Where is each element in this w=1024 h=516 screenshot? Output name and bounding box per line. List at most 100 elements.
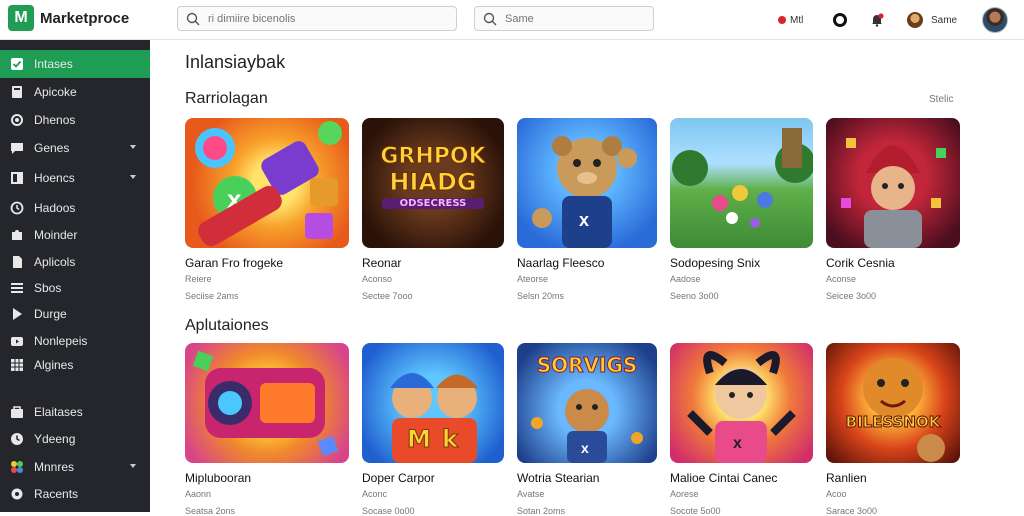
apps-icon [11, 461, 23, 473]
ring-icon [833, 13, 847, 27]
sidebar-item[interactable]: Hadoos [0, 194, 150, 222]
see-all-link[interactable]: Stelic [929, 94, 953, 105]
app-thumbnail[interactable]: GRHPOK HIADG ODSECRESS [362, 118, 504, 248]
app-name[interactable]: Naarlag Fleesco [517, 256, 657, 270]
app-thumbnail[interactable]: M k [362, 343, 504, 463]
search-input-secondary[interactable] [505, 12, 635, 25]
search-box-secondary[interactable] [474, 6, 654, 31]
app-thumbnail[interactable]: SORVIGS x [517, 343, 657, 463]
sidebar-item-label: Durge [34, 307, 67, 321]
sidebar-item-label: Mnnres [34, 460, 75, 474]
app-category: Aorese [670, 489, 699, 499]
app-name[interactable]: Doper Carpor [362, 471, 504, 485]
sidebar-item[interactable]: Algines [0, 351, 150, 379]
app-category: Reiere [185, 274, 212, 284]
app-card[interactable]: Corik Cesnia Aconse Seicee 3o00 [826, 118, 960, 301]
chevron-down-icon[interactable] [130, 464, 136, 468]
sidebar-item[interactable]: Hoencs [0, 164, 150, 192]
layout-icon [11, 172, 23, 184]
circle-icon [11, 114, 23, 126]
search-input-primary[interactable] [208, 12, 448, 25]
page-title: Inlansiaybak [185, 52, 286, 72]
section-title-applications: Aplutaiones [185, 317, 269, 334]
app-card[interactable]: Miplubooran Aaonn Seatsa 2ons [185, 343, 349, 516]
app-name[interactable]: Miplubooran [185, 471, 349, 485]
settings-icon [11, 488, 23, 500]
search-icon [186, 12, 200, 25]
sidebar-item[interactable]: Ydeeng [0, 425, 150, 453]
app-card[interactable]: GRHPOK HIADG ODSECRESS Reonar Aconso Sec… [362, 118, 504, 301]
app-card[interactable]: x Malioe Cintai Canec Aorese Socote 5o00 [670, 343, 813, 516]
sidebar-item[interactable]: Genes [0, 134, 150, 162]
search-icon [483, 12, 497, 25]
app-name[interactable]: Corik Cesnia [826, 256, 960, 270]
app-meta: Sotan 2oms [517, 506, 566, 516]
chevron-down-icon[interactable] [130, 145, 136, 149]
app-category: Acoo [826, 489, 847, 499]
clock-icon [11, 433, 23, 445]
app-category: Aaonn [185, 489, 212, 499]
sidebar-item-label: Aplicols [34, 255, 76, 269]
game-subtitle-art: ODSECRESS [382, 198, 484, 209]
app-card[interactable]: x Garan Fro frogeke Reiere Seciise 2ams [185, 118, 349, 301]
app-meta: Seeno 3o00 [670, 291, 719, 301]
app-name[interactable]: Sodopesing Snix [670, 256, 813, 270]
sidebar-item-label: Ydeeng [34, 432, 76, 446]
app-category: Avatse [517, 489, 545, 499]
svg-text:x: x [733, 435, 742, 452]
app-thumbnail[interactable]: x [670, 343, 813, 463]
history-icon [10, 201, 24, 215]
sidebar-item[interactable]: Mnnres [0, 453, 150, 481]
app-thumbnail[interactable] [185, 343, 349, 463]
sidebar-item[interactable]: Racents [0, 480, 150, 508]
profile-ring-button[interactable] [833, 0, 847, 40]
search-box-primary[interactable] [177, 6, 457, 31]
sidebar-item[interactable]: Moinder [0, 221, 150, 249]
app-meta: Socote 5o00 [670, 506, 721, 516]
app-card[interactable]: Sodopesing Snix Aadose Seeno 3o00 [670, 118, 813, 301]
account-avatar-button[interactable] [982, 0, 1008, 40]
app-thumbnail[interactable]: x [517, 118, 657, 248]
sidebar-item-label: Hoencs [34, 171, 75, 185]
app-meta: Selsn 20ms [517, 291, 565, 301]
app-thumbnail[interactable]: BILESSNOK [826, 343, 960, 463]
user-menu[interactable]: Same [907, 0, 957, 40]
app-name[interactable]: Ranlien [826, 471, 960, 485]
game-title-art: BILESSNOK [845, 413, 941, 432]
game-art-image: x [195, 121, 342, 247]
game-art-image [672, 128, 813, 228]
chevron-down-icon[interactable] [130, 175, 136, 179]
app-name[interactable]: Wotria Stearian [517, 471, 657, 485]
app-card[interactable]: x Naarlag Fleesco Ateorse Selsn 20ms [517, 118, 657, 301]
app-meta: Seatsa 2ons [185, 506, 236, 516]
app-category: Aconso [362, 274, 393, 284]
app-card[interactable]: SORVIGS x Wotria Stearian Avatse Sotan 2… [517, 343, 657, 516]
sidebar-item[interactable]: Durge [0, 300, 150, 328]
app-name[interactable]: Reonar [362, 256, 504, 270]
status-item[interactable]: Mtl [778, 0, 803, 40]
puzzle-icon [12, 230, 22, 240]
sidebar-item[interactable]: Elaitases [0, 398, 150, 426]
check-square-icon [11, 58, 23, 70]
app-meta: Sectee 7ooo [362, 291, 413, 301]
app-meta: Seciise 2ams [185, 291, 239, 301]
app-thumbnail[interactable] [670, 118, 813, 248]
sidebar-item[interactable]: Intases [0, 50, 150, 78]
app-category: Aconc [362, 489, 388, 499]
app-name[interactable]: Malioe Cintai Canec [670, 471, 813, 485]
notifications-button[interactable] [870, 0, 884, 40]
app-thumbnail[interactable] [826, 118, 960, 248]
sidebar-item[interactable]: Apicoke [0, 78, 150, 106]
status-item-label: Mtl [790, 14, 804, 26]
app-thumbnail[interactable]: x [185, 118, 349, 248]
app-logo[interactable]: M [8, 5, 34, 31]
sidebar-item[interactable]: Aplicols [0, 248, 150, 276]
game-art-image: x [687, 351, 796, 463]
sidebar-item[interactable]: Dhenos [0, 106, 150, 134]
sidebar-item[interactable]: Sbos [0, 274, 150, 302]
app-card[interactable]: BILESSNOK Ranlien Acoo Sarace 3o00 [826, 343, 960, 516]
app-card[interactable]: M k Doper Carpor Aconc Socase 0o00 [362, 343, 504, 516]
app-category: Aconse [826, 274, 857, 284]
sidebar-item-label: Algines [34, 358, 74, 372]
app-name[interactable]: Garan Fro frogeke [185, 256, 349, 270]
